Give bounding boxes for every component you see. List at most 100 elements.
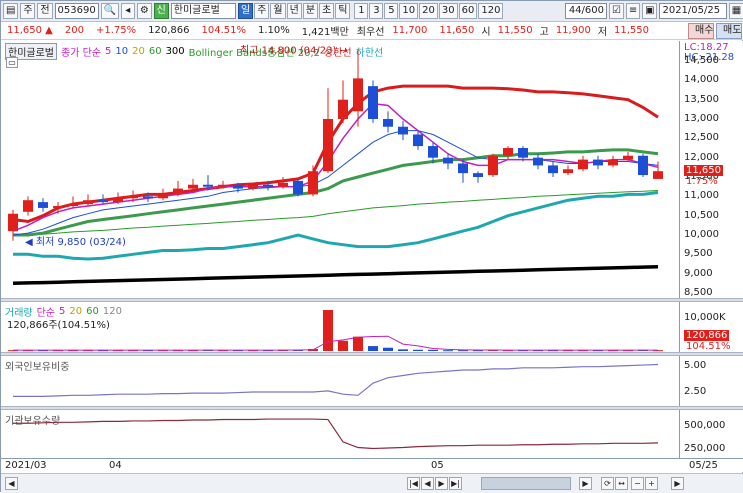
count-display: 44/600: [565, 3, 607, 19]
scroll-thumb[interactable]: [481, 477, 571, 490]
candle-body: [98, 200, 108, 203]
candle-body: [188, 184, 198, 189]
foreign-tick-2: 2.50: [684, 386, 707, 397]
current-pct-badge: 1.75%: [686, 176, 718, 188]
current-price: 11,650 ▲: [7, 25, 53, 36]
date-input[interactable]: 2021/05/25: [659, 3, 727, 19]
checkbox-icon[interactable]: ☑: [609, 3, 624, 19]
period-tabs: 일주월년분초틱: [238, 3, 351, 19]
interval-buttons: 1 3 5 10 20 30 60 120: [354, 3, 504, 19]
period-tab[interactable]: 분: [302, 3, 319, 19]
scroll-next-icon[interactable]: ▶: [435, 477, 448, 490]
interval-button[interactable]: 10: [399, 3, 419, 19]
candle-body: [593, 159, 603, 166]
candle-body: [398, 126, 408, 135]
candle-body: [158, 194, 168, 199]
interval-button[interactable]: 120: [478, 3, 504, 19]
buy-button[interactable]: 매수: [688, 23, 714, 39]
volume-bar: [413, 349, 423, 351]
scroll-last-icon[interactable]: ▶|: [449, 477, 462, 490]
low-label: 저: [597, 27, 608, 38]
save-icon[interactable]: ▣: [642, 3, 658, 19]
fit-icon[interactable]: ↔: [615, 477, 628, 490]
interval-button[interactable]: 30: [438, 3, 458, 19]
zoom-out-icon[interactable]: −: [631, 477, 644, 490]
search-icon[interactable]: 🔍: [100, 3, 119, 19]
foreign-tick-1: 5.00: [684, 360, 707, 371]
type-select[interactable]: 전: [37, 3, 53, 19]
volume-chart[interactable]: [5, 302, 680, 352]
best-ask: 11,700: [392, 25, 428, 36]
volume-bar: [353, 336, 363, 351]
candle-body: [413, 134, 423, 147]
volume-ma5-line: [13, 335, 658, 351]
scroll-first-icon[interactable]: |◀: [407, 477, 420, 490]
candle-body: [443, 157, 453, 164]
period-tab[interactable]: 초: [319, 3, 335, 19]
menu-icon[interactable]: ▤: [3, 3, 19, 19]
ma5-line: [12, 102, 659, 232]
scroll-right-icon[interactable]: ▶: [579, 477, 592, 490]
candle-body: [53, 206, 63, 208]
price-tick: 14,500: [684, 55, 719, 66]
foreign-line: [13, 363, 659, 397]
open-value: 11,550: [497, 25, 533, 36]
inst-tick-2: 250,000: [684, 443, 726, 454]
candle-body: [428, 146, 438, 158]
institution-line: [13, 418, 659, 450]
period-tab[interactable]: 주: [254, 3, 270, 19]
volume-ratio: 104.51%: [201, 25, 246, 36]
price-chart[interactable]: 최고 14,800 (04/23) → ◀ 최저 9,850 (03/24): [5, 41, 680, 298]
candle-body: [278, 182, 288, 187]
interval-button[interactable]: 5: [384, 3, 399, 19]
volume-panel: 거래량 단순 5 20 60 120 120,866주(104.51%) 10,…: [1, 302, 743, 352]
date-label-end: 05/25: [689, 460, 718, 471]
sin-badge[interactable]: 신: [153, 3, 169, 19]
date-label-start: 2021/03: [5, 460, 47, 471]
candle-body: [323, 119, 333, 172]
candle-body: [533, 157, 543, 166]
period-tab[interactable]: 년: [286, 3, 302, 19]
price-tick: 8,500: [684, 287, 713, 298]
volume-value: 120,866: [148, 25, 190, 36]
scroll-bar[interactable]: ◀ |◀ ◀ ▶ ▶| ▶ ⟳ ↔ − + ▶: [1, 473, 743, 493]
interval-button[interactable]: 1: [354, 3, 369, 19]
turnover-value: 1.10%: [257, 25, 290, 36]
interval-button[interactable]: 60: [458, 3, 478, 19]
price-tick: 13,500: [684, 93, 719, 105]
stock-code-input[interactable]: 053690: [54, 3, 99, 19]
interval-button[interactable]: 20: [419, 3, 438, 19]
zoom-in-icon[interactable]: +: [645, 477, 658, 490]
stock-name-display: 한미글로벌: [170, 3, 236, 19]
current-price-badge: 11,650: [684, 165, 723, 177]
interval-button[interactable]: 3: [369, 3, 384, 19]
toolbar: ▤ 주 전 053690 🔍 ◂ ⚙ 신 한미글로벌 일주월년분초틱 1 3 5 10…: [1, 1, 743, 22]
period-tab[interactable]: 일: [238, 3, 254, 19]
list-icon[interactable]: ≡: [625, 3, 641, 19]
candle-body: [383, 119, 393, 127]
price-tick: 10,500: [684, 209, 719, 221]
settings-icon[interactable]: ⚙: [136, 3, 152, 19]
candle-body: [623, 155, 633, 160]
mode-select[interactable]: 주: [20, 3, 36, 19]
inst-tick-1: 500,000: [684, 420, 726, 431]
candle-body: [113, 198, 123, 203]
scroll-end-icon[interactable]: ▶: [671, 477, 684, 490]
candle-body: [458, 163, 468, 174]
volume-tick-top: 10,000K: [684, 312, 726, 323]
scroll-prev-icon[interactable]: ◀: [421, 477, 434, 490]
inst-axis: 500,000 250,000: [682, 410, 743, 458]
scroll-left-icon[interactable]: ◀: [5, 477, 18, 490]
refresh-icon[interactable]: ⟳: [601, 477, 614, 490]
sell-button[interactable]: 매도: [716, 23, 742, 39]
period-tab[interactable]: 틱: [335, 3, 351, 19]
candle-body: [23, 200, 33, 212]
period-tab[interactable]: 월: [270, 3, 286, 19]
candle-body: [203, 184, 213, 187]
date-label-may: 05: [431, 460, 444, 471]
speaker-icon[interactable]: ◂: [120, 3, 135, 19]
foreign-chart[interactable]: [5, 356, 680, 406]
institution-chart[interactable]: [5, 410, 680, 458]
calendar-icon[interactable]: ▦: [728, 3, 743, 19]
volume-bar: [428, 349, 438, 351]
